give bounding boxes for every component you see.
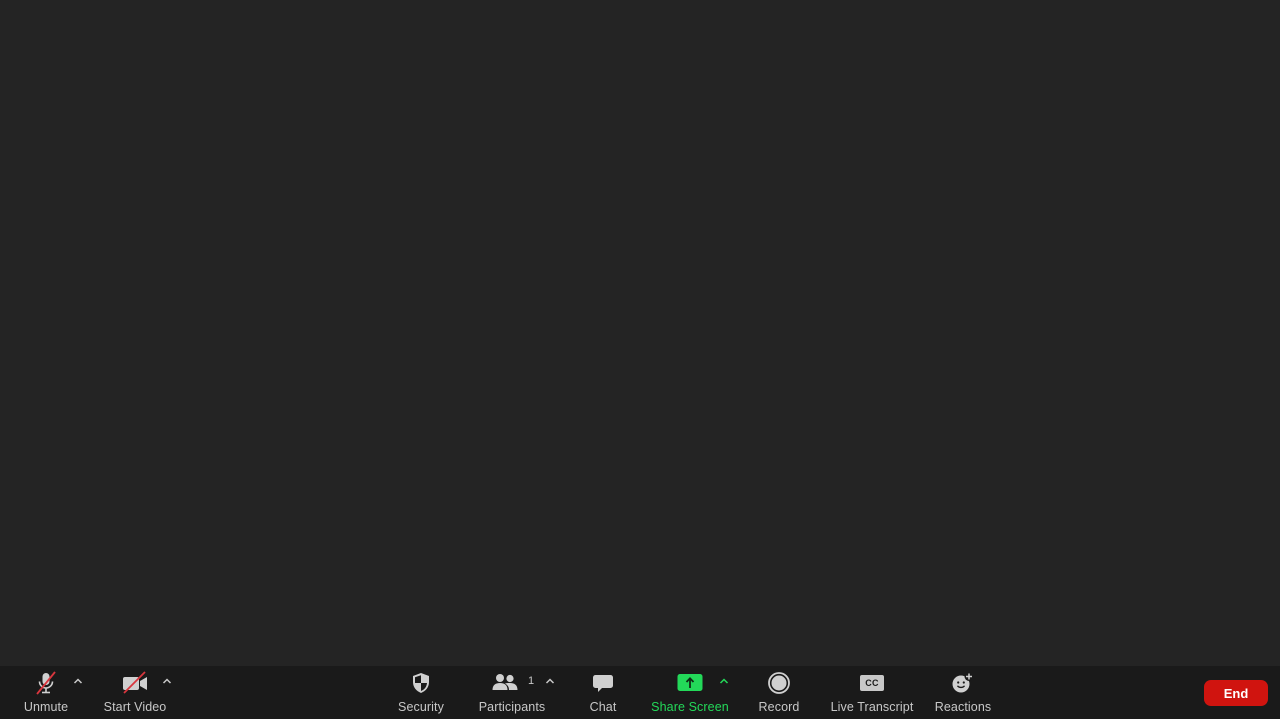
live-transcript-label: Live Transcript [830,700,914,714]
video-camera-off-icon [123,671,147,694]
share-screen-arrow-up-icon [677,674,703,691]
share-screen-label: Share Screen [651,700,729,714]
unmute-button[interactable]: Unmute [18,666,74,719]
live-transcript-button[interactable]: CC Live Transcript [828,666,916,719]
chevron-up-icon [162,678,172,684]
audio-options-caret[interactable] [71,674,85,688]
cc-icon-text: CC [865,678,879,688]
chevron-up-icon [719,678,729,684]
participants-label: Participants [478,700,546,714]
reactions-button[interactable]: Reactions [932,666,994,719]
start-video-label: Start Video [103,700,167,714]
security-button[interactable]: Security [393,666,449,719]
end-meeting-button[interactable]: End [1204,680,1268,706]
cc-icon: CC [860,675,884,691]
participants-options-caret[interactable] [543,674,557,688]
record-label: Record [758,700,800,714]
share-screen-options-caret[interactable] [717,674,731,688]
participants-button[interactable]: Participants [476,666,548,719]
microphone-muted-icon [36,671,56,695]
meeting-toolbar: Unmute Start Video Security Participants… [0,666,1280,719]
unmute-label: Unmute [23,700,69,714]
record-circle-icon [768,672,790,694]
chevron-up-icon [545,678,555,684]
record-button[interactable]: Record [754,666,804,719]
chat-button[interactable]: Chat [583,666,623,719]
participants-count: 1 [528,675,535,687]
meeting-video-area [0,0,1280,666]
smiley-plus-icon [952,672,974,693]
shield-icon [413,673,429,693]
chat-label: Chat [589,700,617,714]
chevron-up-icon [73,678,83,684]
reactions-label: Reactions [934,700,992,714]
video-options-caret[interactable] [160,674,174,688]
security-label: Security [398,700,444,714]
chat-bubble-icon [593,675,613,692]
people-icon [492,674,518,690]
